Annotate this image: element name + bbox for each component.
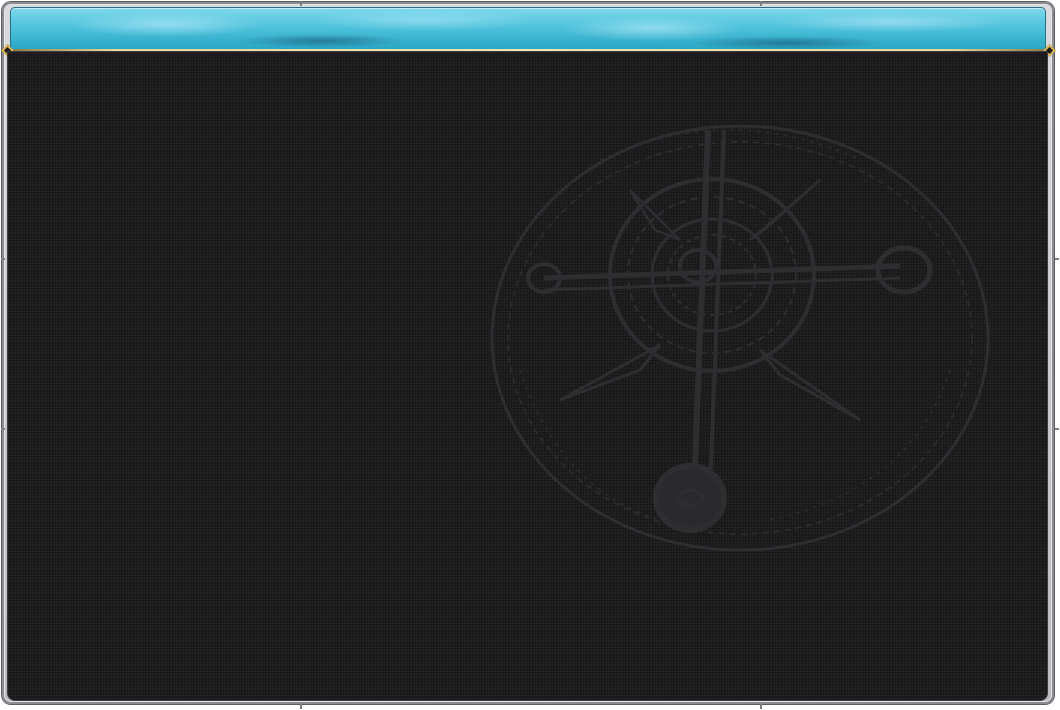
frame-notch [1055, 258, 1059, 260]
frame-notch [300, 1, 302, 6]
frame-notch [1, 428, 5, 430]
frame-notch [760, 1, 762, 6]
window-header[interactable] [10, 7, 1046, 50]
frame-notch [760, 704, 762, 709]
frame-notch [300, 704, 302, 709]
frame-notch [1, 258, 5, 260]
content-panel [7, 51, 1048, 701]
frame-notch [1055, 428, 1059, 430]
